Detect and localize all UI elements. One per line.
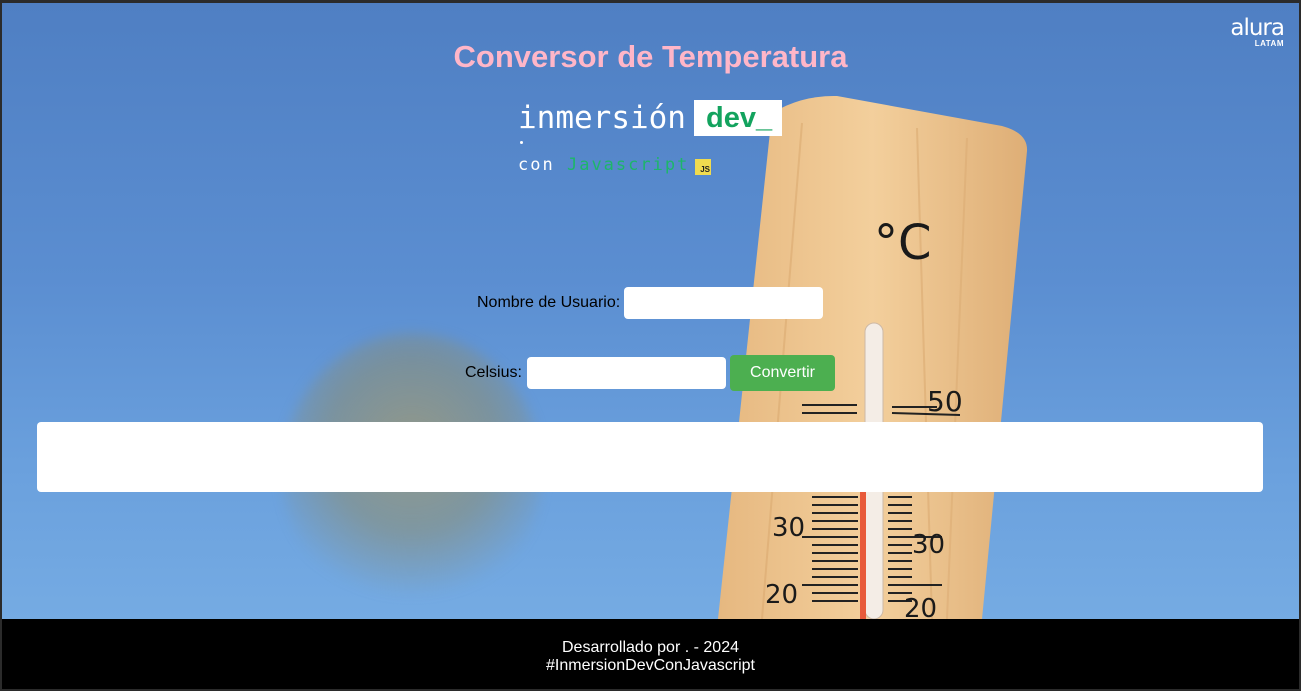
footer-credit: Desarrollado por . - 2024 <box>562 639 739 656</box>
logo-dot <box>520 141 523 144</box>
scale-label: 20 <box>765 580 798 610</box>
con-word: con <box>518 155 555 175</box>
scale-label: 30 <box>772 513 805 543</box>
username-input[interactable] <box>624 287 823 319</box>
alura-logo-word: alura <box>1230 15 1285 41</box>
scale-label: 30 <box>912 530 945 560</box>
scale-label: 20 <box>904 594 937 619</box>
username-label: Nombre de Usuario: <box>477 294 621 311</box>
footer-hashtag: #InmersionDevConJavascript <box>546 657 755 674</box>
result-panel <box>37 422 1263 492</box>
celsius-label: Celsius: <box>465 364 522 381</box>
dev-word: dev_ <box>706 102 773 134</box>
js-badge-icon: JS <box>695 159 711 175</box>
celsius-input[interactable] <box>527 357 726 389</box>
convert-button[interactable]: Convertir <box>730 355 835 391</box>
scale-label: 50 <box>927 385 963 418</box>
inmersion-word: inmersión <box>518 100 686 136</box>
javascript-word: Javascript <box>566 155 690 175</box>
logo-subtitle: con Javascript <box>518 155 689 175</box>
page-title: Conversor de Temperatura <box>453 39 848 74</box>
celsius-mark: °C <box>874 215 932 271</box>
footer: Desarrollado por . - 2024 #InmersionDevC… <box>2 619 1299 689</box>
app-window: °C 50 30 30 20 20 alura LATAM Conversor … <box>2 3 1299 689</box>
